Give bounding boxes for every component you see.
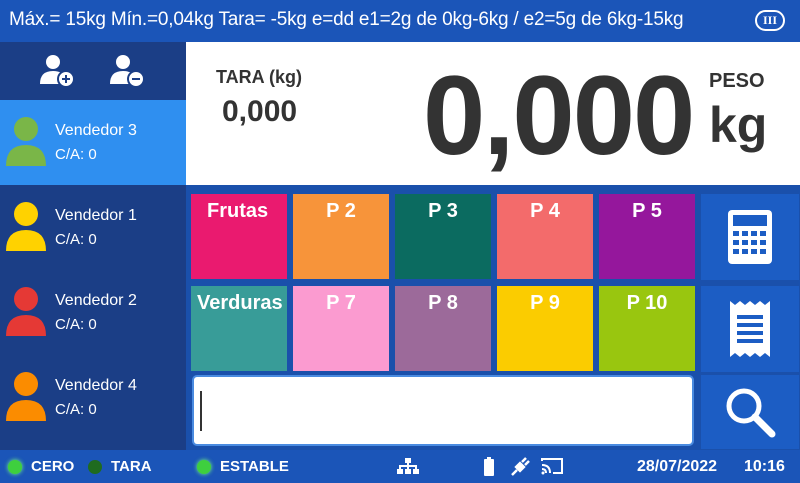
vendor-name: Vendedor 4: [55, 377, 137, 394]
cero-label: CERO: [31, 458, 75, 475]
user-icon: [6, 287, 46, 336]
estable-label: ESTABLE: [220, 458, 289, 475]
power-plug-icon: [511, 457, 530, 476]
preset-p8[interactable]: P 8: [395, 286, 491, 371]
vendor-name: Vendedor 2: [55, 292, 137, 309]
preset-p5[interactable]: P 5: [599, 194, 695, 279]
vendor-actions: [0, 42, 186, 100]
cero-led: [8, 460, 22, 474]
accuracy-class-badge: III: [755, 10, 785, 31]
preset-p3[interactable]: P 3: [395, 194, 491, 279]
peso-label: PESO: [709, 70, 765, 92]
vendor-3-head: [14, 117, 38, 141]
vendor-item-4[interactable]: Vendedor 4 C/A: 0: [0, 355, 186, 440]
user-icon: [6, 202, 46, 251]
user-icon: [6, 372, 46, 421]
preset-p10[interactable]: P 10: [599, 286, 695, 371]
cast-icon: [541, 458, 563, 475]
search-button[interactable]: [701, 375, 799, 449]
preset-p2[interactable]: P 2: [293, 194, 389, 279]
tara-label: TARA (kg): [216, 67, 302, 87]
tara-value: 0,000: [222, 95, 298, 128]
tara-led: [88, 460, 102, 474]
status-bar: CERO TARA ESTABLE 28/07/2022 10:16: [0, 450, 800, 483]
user-icon: [6, 117, 46, 166]
vendor-count: C/A: 0: [55, 146, 97, 163]
text-caret: [200, 391, 202, 431]
status-time: 10:16: [744, 458, 785, 475]
calculator-icon: [728, 210, 772, 264]
vendor-name: Vendedor 1: [55, 207, 137, 224]
weight-value: 0,000: [423, 53, 695, 178]
weight-display: TARA (kg) 0,000 0,000 PESO kg: [186, 42, 800, 185]
receipt-button[interactable]: [701, 286, 799, 372]
search-icon: [726, 388, 776, 438]
tara-status-label: TARA: [111, 458, 152, 475]
vendor-sidebar: Vendedor 3 C/A: 0 Vendedor 1 C/A: 0 Vend…: [0, 42, 186, 450]
remove-vendor-button[interactable]: [108, 52, 148, 90]
battery-icon: [484, 457, 494, 476]
vendor-name: Vendedor 3: [55, 122, 137, 139]
scale-spec-text: Máx.= 15kg Mín.=0,04kg Tara= -5kg e=dd e…: [9, 9, 684, 30]
status-date: 28/07/2022: [637, 458, 718, 475]
vendor-count: C/A: 0: [55, 316, 97, 333]
estable-led: [197, 460, 211, 474]
code-input[interactable]: [194, 377, 692, 444]
preset-verduras[interactable]: Verduras: [191, 286, 287, 371]
calculator-button[interactable]: [701, 194, 799, 280]
remove-user-icon: [110, 55, 145, 88]
preset-frutas[interactable]: Frutas: [191, 194, 287, 279]
vendor-item-1[interactable]: Vendedor 1 C/A: 0: [0, 185, 186, 270]
weight-unit: kg: [709, 97, 768, 153]
code-input-box[interactable]: [192, 375, 694, 446]
network-icon: [397, 458, 419, 474]
header-bar: Máx.= 15kg Mín.=0,04kg Tara= -5kg e=dd e…: [0, 0, 800, 42]
vendor-count: C/A: 0: [55, 401, 97, 418]
add-vendor-button[interactable]: [38, 52, 78, 90]
receipt-icon: [730, 301, 770, 357]
vendor-item-2[interactable]: Vendedor 2 C/A: 0: [0, 270, 186, 355]
vendor-item-3[interactable]: Vendedor 3 C/A: 0: [0, 100, 186, 185]
vendor-count: C/A: 0: [55, 231, 97, 248]
scale-screen: Máx.= 15kg Mín.=0,04kg Tara= -5kg e=dd e…: [0, 0, 800, 483]
preset-p4[interactable]: P 4: [497, 194, 593, 279]
preset-p7[interactable]: P 7: [293, 286, 389, 371]
preset-p9[interactable]: P 9: [497, 286, 593, 371]
add-user-icon: [40, 55, 75, 88]
